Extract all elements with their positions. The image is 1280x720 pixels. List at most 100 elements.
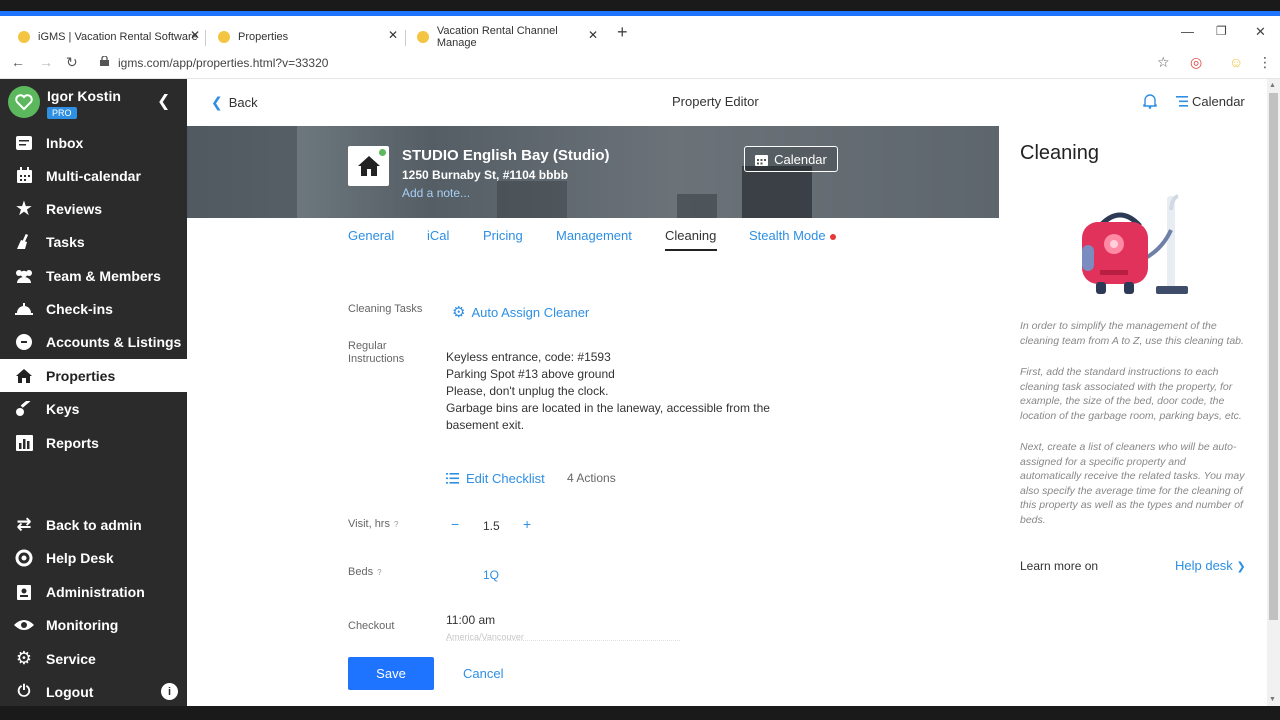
sidebar-item-back-to-admin[interactable]: ⇄ Back to admin bbox=[0, 508, 187, 541]
sidebar-item-multi-calendar[interactable]: Multi-calendar bbox=[0, 159, 187, 192]
eye-icon bbox=[13, 616, 35, 634]
star-icon: ★ bbox=[15, 198, 33, 220]
extension-icon[interactable]: ☺ bbox=[1229, 54, 1243, 70]
sidebar-item-accounts[interactable]: Accounts & Listings bbox=[0, 325, 187, 358]
help-question-icon[interactable]: ? bbox=[394, 520, 398, 529]
timezone-text: America/Vancouver bbox=[446, 632, 680, 641]
sidebar-item-logout[interactable]: ⏻ Logout i bbox=[0, 675, 187, 708]
forward-arrow-icon[interactable]: → bbox=[39, 54, 53, 70]
back-link[interactable]: ❮ Back bbox=[211, 94, 258, 111]
close-tab-icon[interactable]: ✕ bbox=[190, 28, 200, 42]
heart-logo-icon bbox=[15, 94, 33, 111]
tab-ical[interactable]: iCal bbox=[427, 228, 449, 243]
info-icon[interactable]: i bbox=[161, 683, 178, 700]
favicon-icon bbox=[417, 31, 429, 43]
save-button[interactable]: Save bbox=[348, 657, 434, 690]
banner-calendar-button[interactable]: Calendar bbox=[744, 146, 838, 172]
sidebar-item-properties[interactable]: Properties bbox=[0, 359, 187, 392]
header-calendar-link[interactable]: Calendar bbox=[1176, 94, 1245, 109]
alert-dot bbox=[829, 233, 836, 240]
close-tab-icon[interactable]: ✕ bbox=[388, 28, 398, 42]
calendar-icon bbox=[13, 167, 35, 185]
new-tab-icon[interactable]: + bbox=[617, 22, 628, 43]
sidebar-item-help-desk[interactable]: Help Desk bbox=[0, 541, 187, 574]
cancel-button[interactable]: Cancel bbox=[463, 666, 503, 681]
restore-icon[interactable]: ❐ bbox=[1216, 24, 1227, 38]
sidebar-item-reports[interactable]: Reports bbox=[0, 426, 187, 459]
regular-instructions-label: Regular Instructions bbox=[348, 340, 405, 365]
tab-cleaning[interactable]: Cleaning bbox=[665, 228, 716, 243]
panel-title: Cleaning bbox=[1020, 142, 1099, 164]
sidebar-item-checkins[interactable]: Check-ins bbox=[0, 292, 187, 325]
tab-general[interactable]: General bbox=[348, 228, 394, 243]
bell-icon bbox=[13, 300, 35, 318]
auto-assign-cleaner-link[interactable]: ⚙ Auto Assign Cleaner bbox=[452, 303, 589, 321]
favicon-icon bbox=[18, 31, 30, 43]
scrollbar-thumb[interactable] bbox=[1269, 93, 1278, 620]
url-field[interactable]: igms.com/app/properties.html?v=33320 bbox=[118, 56, 328, 70]
panel-paragraph-1: In order to simplify the management of t… bbox=[1020, 320, 1244, 347]
cleaning-tasks-label: Cleaning Tasks bbox=[348, 303, 423, 315]
user-name: Igor Kostin bbox=[47, 88, 121, 104]
tab-stealth-mode[interactable]: Stealth Mode bbox=[749, 228, 836, 243]
sidebar-item-tasks[interactable]: Tasks bbox=[0, 225, 187, 258]
favicon-icon bbox=[218, 31, 230, 43]
sidebar-item-service[interactable]: ⚙ Service bbox=[0, 642, 187, 675]
checkout-label: Checkout bbox=[348, 620, 395, 632]
lock-icon bbox=[100, 56, 109, 66]
key-icon bbox=[13, 400, 35, 418]
sidebar-item-inbox[interactable]: Inbox bbox=[0, 126, 187, 159]
add-note-link[interactable]: Add a note... bbox=[402, 186, 470, 200]
beds-label: Beds? bbox=[348, 566, 382, 578]
id-card-icon bbox=[13, 583, 35, 601]
extension-icon[interactable]: ◎ bbox=[1190, 54, 1202, 71]
scroll-up-icon[interactable]: ▲ bbox=[1269, 82, 1276, 89]
sidebar-item-monitoring[interactable]: Monitoring bbox=[0, 608, 187, 641]
active-tab-indicator bbox=[665, 249, 717, 251]
inbox-icon bbox=[13, 134, 35, 152]
panel-paragraph-3: Next, create a list of cleaners who will… bbox=[1020, 441, 1245, 526]
collapse-sidebar-icon[interactable]: ❮ bbox=[157, 91, 170, 111]
tab-management[interactable]: Management bbox=[556, 228, 632, 243]
instructions-textarea[interactable]: Keyless entrance, code: #1593 Parking Sp… bbox=[446, 349, 826, 434]
browser-tab-igms[interactable]: iGMS | Vacation Rental Software ✕ bbox=[18, 24, 200, 50]
close-window-icon[interactable]: ✕ bbox=[1255, 24, 1266, 40]
edit-checklist-link[interactable]: Edit Checklist bbox=[446, 471, 545, 486]
link-icon bbox=[13, 333, 35, 351]
address-bar: ← → ↻ igms.com/app/properties.html?v=333… bbox=[0, 50, 1280, 79]
power-icon: ⏻ bbox=[17, 682, 31, 700]
scroll-down-icon[interactable]: ▼ bbox=[1269, 696, 1276, 703]
visit-hours-value[interactable]: 1.5 bbox=[483, 519, 500, 533]
people-icon bbox=[13, 267, 35, 285]
chevron-left-icon: ❮ bbox=[211, 94, 223, 110]
sidebar-item-administration[interactable]: Administration bbox=[0, 575, 187, 608]
tab-pricing[interactable]: Pricing bbox=[483, 228, 523, 243]
browser-tab-channel-manager[interactable]: Vacation Rental Channel Manage ✕ bbox=[417, 24, 598, 50]
window-top-strip bbox=[0, 0, 1280, 16]
minimize-icon[interactable]: — bbox=[1181, 24, 1194, 39]
decrement-button[interactable]: − bbox=[451, 516, 459, 532]
close-tab-icon[interactable]: ✕ bbox=[588, 28, 598, 42]
property-banner: STUDIO English Bay (Studio) 1250 Burnaby… bbox=[187, 126, 999, 218]
list-icon bbox=[446, 473, 459, 484]
bookmark-star-icon[interactable]: ☆ bbox=[1157, 54, 1170, 71]
sidebar-item-keys[interactable]: Keys bbox=[0, 392, 187, 425]
user-profile[interactable]: Igor Kostin PRO ❮ bbox=[0, 79, 187, 125]
increment-button[interactable]: + bbox=[523, 516, 531, 532]
reload-icon[interactable]: ↻ bbox=[66, 54, 78, 71]
browser-menu-icon[interactable]: ⋮ bbox=[1258, 54, 1272, 71]
home-icon bbox=[13, 367, 35, 385]
help-question-icon[interactable]: ? bbox=[377, 568, 381, 577]
actions-count: 4 Actions bbox=[567, 471, 616, 485]
broom-icon bbox=[13, 233, 35, 251]
sidebar-item-reviews[interactable]: ★ Reviews bbox=[0, 192, 187, 225]
browser-tab-properties[interactable]: Properties ✕ bbox=[218, 24, 398, 50]
checkout-time-field[interactable]: 11:00 am bbox=[446, 613, 495, 627]
help-desk-link[interactable]: Help desk ❯ bbox=[1175, 558, 1246, 573]
notification-bell-icon[interactable] bbox=[1142, 93, 1158, 109]
pro-badge: PRO bbox=[47, 107, 77, 119]
back-arrow-icon[interactable]: ← bbox=[11, 54, 25, 70]
sidebar-item-team[interactable]: Team & Members bbox=[0, 259, 187, 292]
beds-value[interactable]: 1Q bbox=[483, 568, 499, 582]
property-address: 1250 Burnaby St, #1104 bbbb bbox=[402, 168, 569, 182]
